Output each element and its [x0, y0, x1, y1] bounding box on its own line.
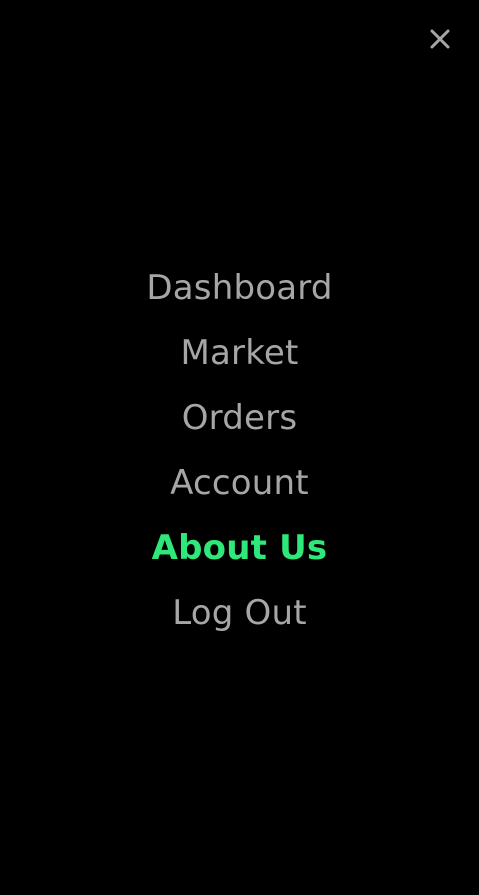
close-button[interactable] [425, 24, 455, 54]
menu-item-about-us[interactable]: About Us [0, 516, 479, 581]
mobile-nav-overlay: Dashboard Market Orders Account About Us… [0, 0, 479, 895]
menu-item-log-out[interactable]: Log Out [0, 581, 479, 646]
menu-item-account[interactable]: Account [0, 451, 479, 516]
close-icon [428, 27, 452, 51]
nav-menu: Dashboard Market Orders Account About Us… [0, 256, 479, 646]
menu-item-market[interactable]: Market [0, 321, 479, 386]
menu-item-orders[interactable]: Orders [0, 386, 479, 451]
menu-item-dashboard[interactable]: Dashboard [0, 256, 479, 321]
